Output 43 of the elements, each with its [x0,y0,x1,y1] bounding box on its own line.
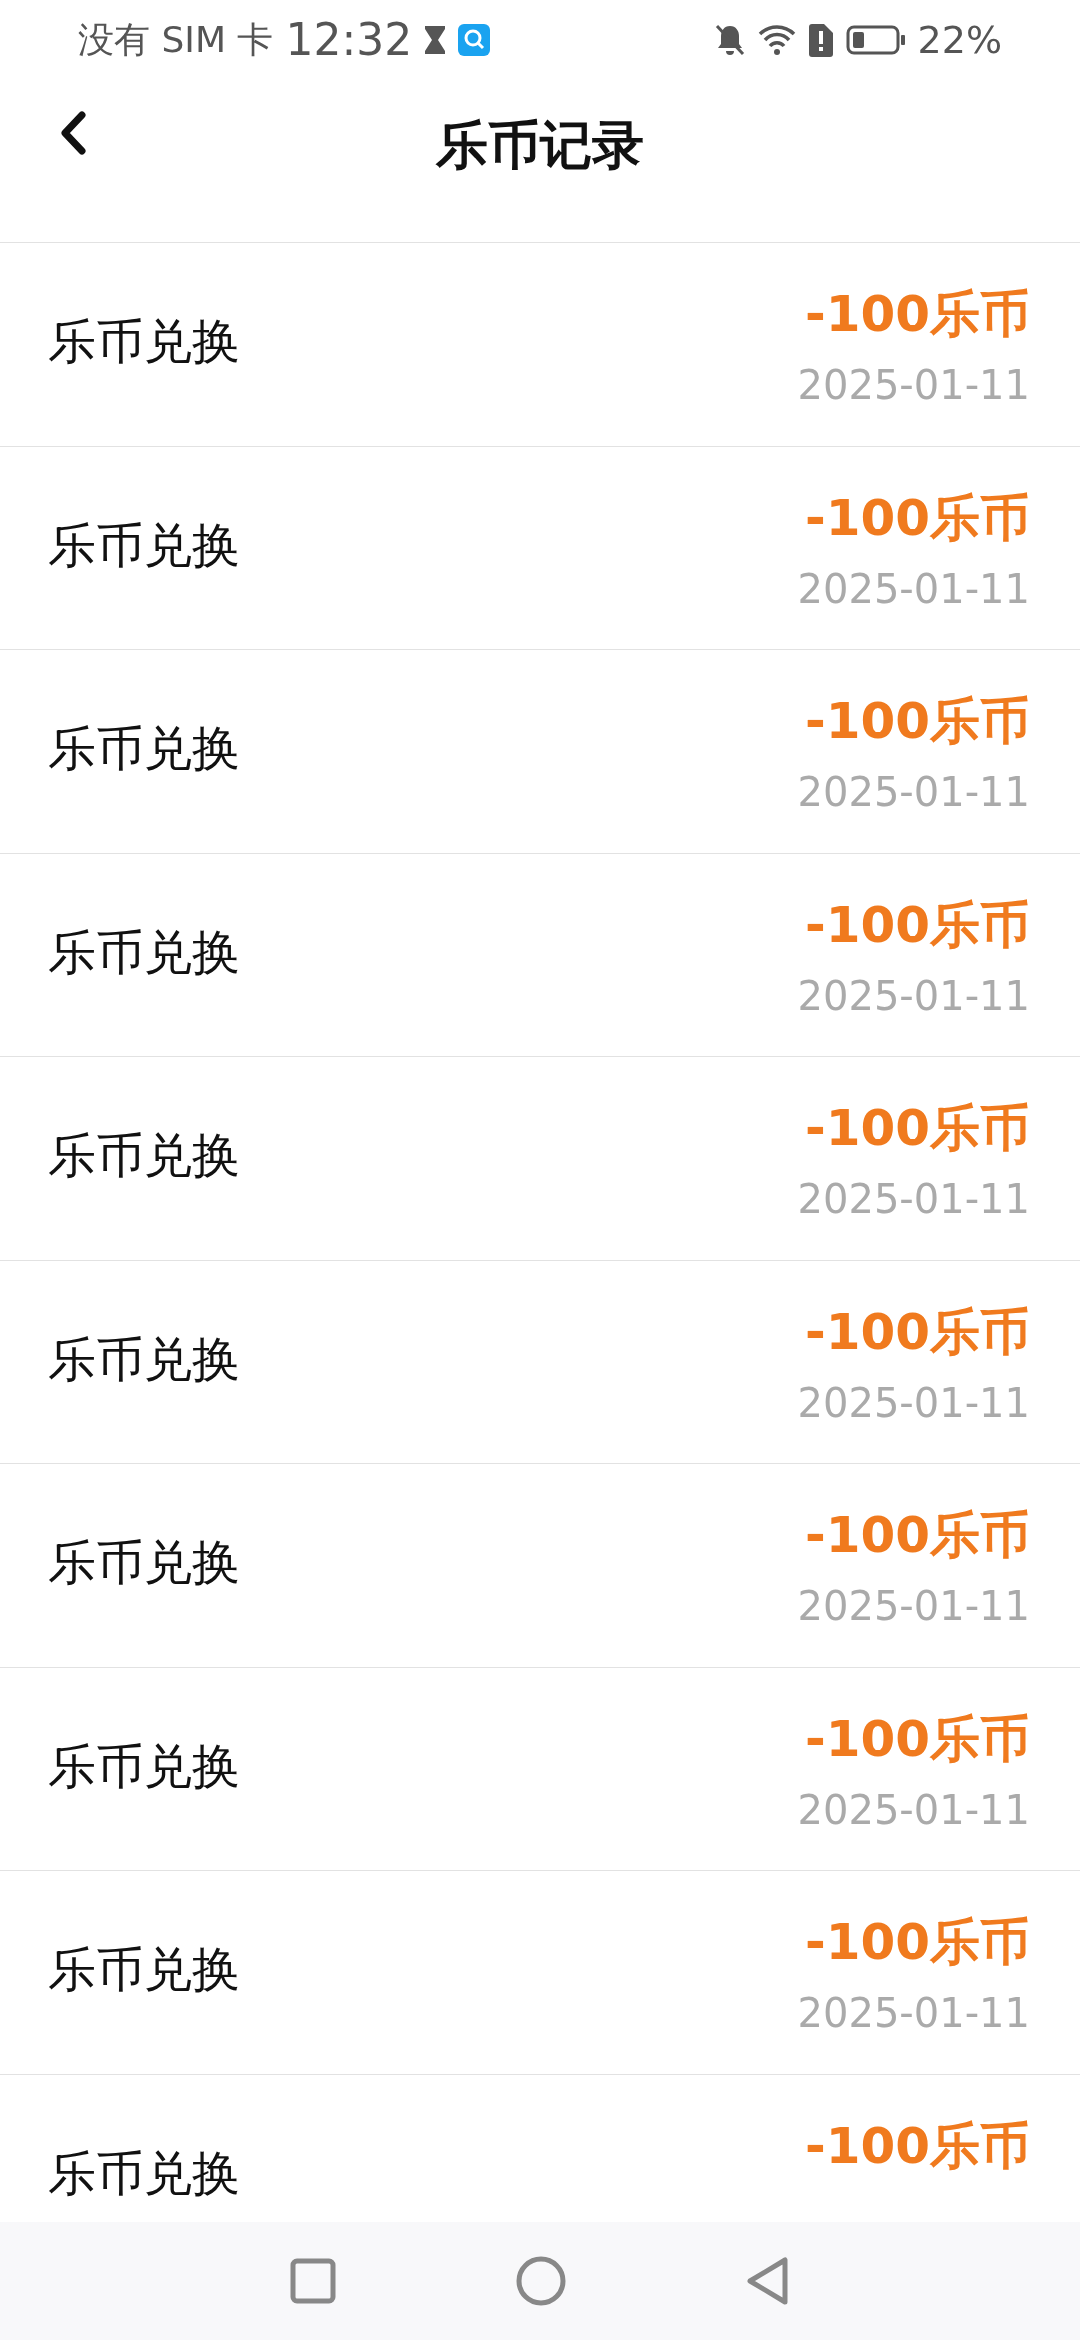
wifi-icon [757,24,796,56]
record-title: 乐币兑换 [48,724,240,772]
date-text: 2025-01-11 [797,975,1030,1016]
back-icon [60,111,86,155]
record-title: 乐币兑换 [48,1334,240,1383]
date-text: 2025-01-11 [797,1586,1030,1626]
amount-text: -100乐币 [804,1306,1030,1357]
recent-apps-icon[interactable] [290,2258,336,2304]
record-title: 乐币兑换 [48,1945,240,1993]
record-title: 乐币兑换 [48,1741,240,1790]
amount-text: -100乐币 [804,492,1030,543]
record-title: 乐币兑换 [48,2148,240,2197]
muted-bell-icon [713,23,746,57]
battery-percent-text: 22% [917,16,1002,64]
date-text: 2025-01-11 [797,1382,1030,1423]
date-text: 2025-01-11 [797,1789,1030,1830]
date-text: 2025-01-11 [797,1993,1030,2033]
amount-text: -100乐币 [804,1917,1030,1967]
record-title: 乐币兑换 [48,1131,240,1179]
record-title: 乐币兑换 [48,1538,240,1586]
amount-text: -100乐币 [804,899,1030,950]
clock-text: 12:32 [285,13,413,67]
battery-icon [845,24,906,56]
record-title: 乐币兑换 [48,520,240,569]
date-text: 2025-01-11 [797,1179,1030,1219]
sim-alert-icon [807,23,834,57]
record-title: 乐币兑换 [48,927,240,976]
carrier-text: 没有 SIM 卡 [78,18,274,62]
date-text: 2025-01-11 [797,365,1030,405]
hourglass-icon [424,25,447,55]
amount-text: -100乐币 [804,1713,1030,1764]
search-app-icon [458,24,491,56]
record-title: 乐币兑换 [48,317,240,365]
back-nav-icon[interactable] [746,2256,790,2306]
date-text: 2025-01-11 [797,568,1030,609]
page-title: 乐币记录 [436,114,644,177]
amount-text: -100乐币 [804,1510,1030,1560]
amount-text: -100乐币 [804,1103,1030,1153]
date-text: 2025-01-11 [797,772,1030,812]
amount-text: -100乐币 [804,2120,1030,2171]
home-icon[interactable] [516,2256,566,2306]
amount-text: -100乐币 [804,289,1030,339]
amount-text: -100乐币 [804,696,1030,746]
